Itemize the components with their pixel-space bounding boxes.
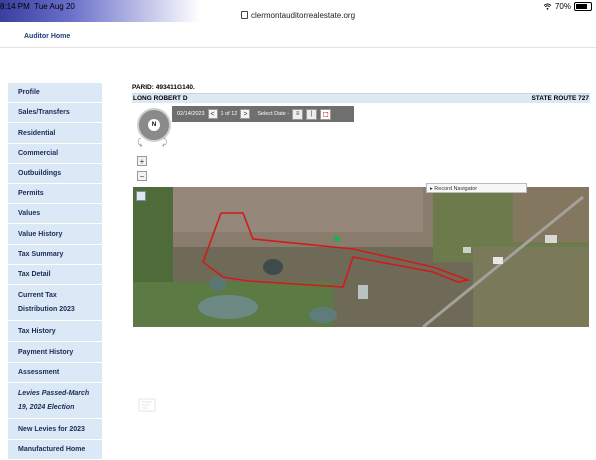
- map-toolbar: 02/14/2023 < 1 of 12 > Select Date - ≡ |…: [172, 106, 354, 122]
- next-image-button[interactable]: >: [240, 109, 251, 119]
- status-right: 70%: [543, 2, 592, 11]
- sidebar-item-label: Levies Passed-March: [18, 390, 90, 397]
- zoom-out-button[interactable]: −: [137, 171, 147, 181]
- sidebar-item-commercial[interactable]: Commercial: [8, 144, 102, 164]
- battery-icon: [574, 2, 592, 11]
- lock-icon: [240, 11, 248, 19]
- sidebar-item-permits[interactable]: Permits: [8, 184, 102, 204]
- rotate-right-icon[interactable]: ⤸: [162, 137, 167, 148]
- sidebar-item-residential[interactable]: Residential: [8, 123, 102, 144]
- header-divider: [0, 47, 596, 48]
- sidebar-item-new-levies[interactable]: New Levies for 2023: [8, 419, 102, 440]
- sidebar: Profile Sales/Transfers Residential Comm…: [8, 83, 102, 460]
- image-record-count: 1 of 12: [220, 111, 238, 117]
- sidebar-item-manufactured-home[interactable]: Manufactured Home: [8, 440, 102, 460]
- status-bar: 8:14 PM Tue Aug 20 clermontauditorreales…: [0, 0, 596, 22]
- sidebar-item-payment-history[interactable]: Payment History: [8, 342, 102, 363]
- battery-percent: 70%: [554, 2, 571, 11]
- sidebar-item-levies-passed[interactable]: Levies Passed-March 19, 2024 Election: [8, 383, 102, 419]
- sidebar-item-label: Distribution 2023: [18, 306, 75, 313]
- record-navigator-label: Record Navigator: [434, 186, 478, 192]
- sidebar-item-tax-detail[interactable]: Tax Detail: [8, 265, 102, 285]
- url-bar[interactable]: clermontauditorrealestate.org: [0, 11, 596, 20]
- aerial-map[interactable]: [133, 187, 589, 327]
- sidebar-item-label: 19, 2024 Election: [18, 404, 75, 411]
- sidebar-item-value-history[interactable]: Value History: [8, 224, 102, 245]
- property-address: STATE ROUTE 727: [531, 95, 589, 102]
- sidebar-item-current-tax-distribution[interactable]: Current Tax Distribution 2023: [8, 285, 102, 321]
- pin-icon[interactable]: |: [306, 108, 318, 120]
- owner-name: LONG ROBERT D: [133, 95, 188, 102]
- north-icon: N: [148, 119, 160, 131]
- wifi-icon: [543, 3, 552, 10]
- sidebar-item-assessment[interactable]: Assessment: [8, 363, 102, 383]
- parcel-header: PARID: 493411G140. LONG ROBERT D STATE R…: [132, 84, 590, 103]
- record-navigator[interactable]: ▸ Record Navigator: [426, 183, 527, 193]
- sidebar-item-tax-history[interactable]: Tax History: [8, 321, 102, 342]
- parid-label: PARID: 493411G140.: [132, 84, 590, 94]
- sidebar-item-tax-summary[interactable]: Tax Summary: [8, 245, 102, 265]
- owner-bar: LONG ROBERT D STATE ROUTE 727: [132, 94, 590, 103]
- pdf-icon[interactable]: ⬚: [320, 108, 332, 120]
- image-date: 02/14/2023: [177, 111, 205, 117]
- sidebar-item-label: Current Tax: [18, 292, 57, 299]
- prev-image-button[interactable]: <: [207, 109, 218, 119]
- zoom-in-button[interactable]: +: [137, 156, 147, 166]
- sidebar-item-outbuildings[interactable]: Outbuildings: [8, 164, 102, 184]
- url-text: clermontauditorrealestate.org: [250, 11, 356, 20]
- watermark-icon: [138, 398, 156, 412]
- status-time: 8:14 PM Tue Aug 20: [0, 2, 75, 11]
- map-layer-icon[interactable]: [136, 191, 146, 201]
- sidebar-item-values[interactable]: Values: [8, 204, 102, 224]
- auditor-home-link[interactable]: Auditor Home: [24, 33, 70, 40]
- sidebar-item-sales-transfers[interactable]: Sales/Transfers: [8, 103, 102, 123]
- select-date-dropdown[interactable]: Select Date -: [257, 111, 289, 117]
- rotate-left-icon[interactable]: ⤹: [137, 137, 142, 148]
- aerial-imagery: [133, 187, 589, 327]
- sidebar-item-profile[interactable]: Profile: [8, 83, 102, 103]
- layers-icon[interactable]: ≡: [292, 108, 304, 120]
